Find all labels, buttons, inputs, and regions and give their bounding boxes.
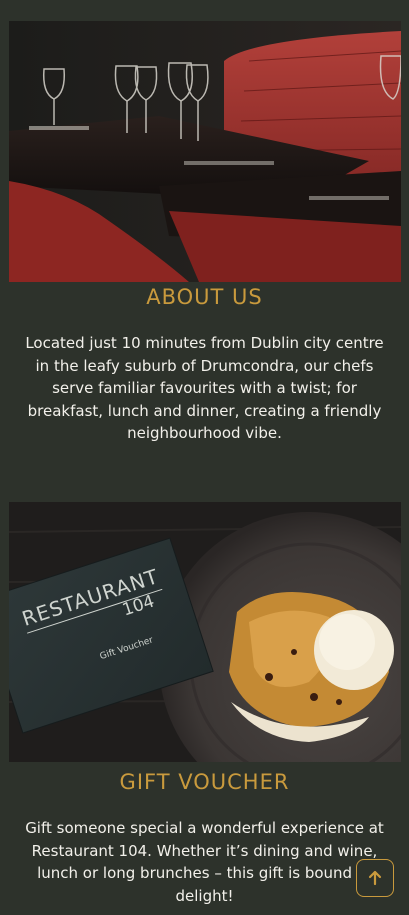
voucher-text: Gift someone special a wonderful experie… [25, 819, 384, 905]
about-text: Located just 10 minutes from Dublin city… [25, 334, 384, 442]
back-to-top-button[interactable] [356, 859, 394, 897]
voucher-heading: GIFT VOUCHER [119, 770, 290, 794]
about-image [9, 21, 401, 282]
about-heading: ABOUT US [146, 285, 263, 309]
arrow-up-icon [368, 870, 382, 886]
voucher-image: RESTAURANT 104 Gift Voucher [9, 502, 401, 762]
